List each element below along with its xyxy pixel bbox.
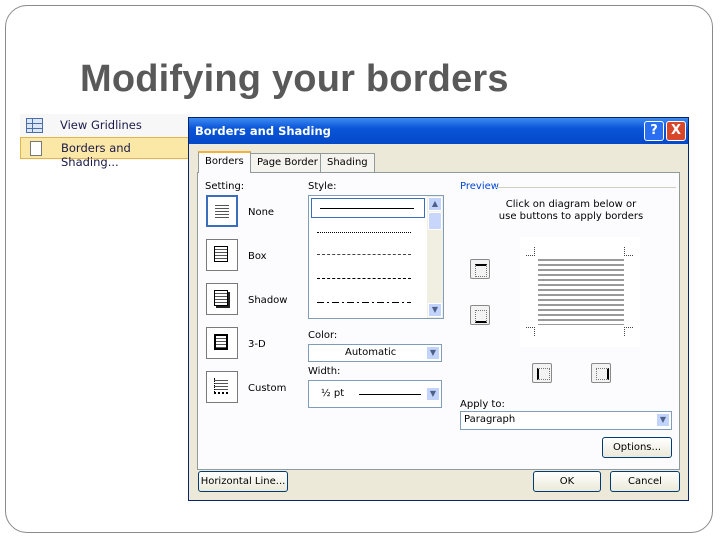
borders-and-shading-dialog: Borders and Shading ? X Borders Page Bor…: [188, 117, 689, 501]
dialog-title: Borders and Shading: [195, 124, 331, 138]
corner-mark-icon: [624, 327, 633, 336]
corner-mark-icon: [526, 327, 535, 336]
setting-shadow-option[interactable]: [206, 283, 238, 315]
preview-label: Preview: [460, 181, 499, 192]
setting-3d-label[interactable]: 3-D: [248, 339, 266, 350]
shadow-preview-icon: [214, 290, 228, 306]
dialog-titlebar[interactable]: Borders and Shading ? X: [189, 118, 688, 144]
apply-to-value: Paragraph: [464, 414, 516, 425]
chevron-down-icon[interactable]: ▼: [656, 413, 670, 427]
slide-title: Modifying your borders: [80, 58, 509, 100]
box-preview-icon: [214, 246, 228, 262]
setting-shadow-label[interactable]: Shadow: [248, 295, 287, 306]
bottom-border-icon: [475, 310, 487, 323]
chevron-down-icon[interactable]: ▼: [426, 387, 440, 401]
ok-button[interactable]: OK: [533, 471, 601, 492]
tab-page-border[interactable]: Page Border: [250, 153, 325, 172]
color-label: Color:: [308, 330, 338, 341]
horizontal-line-button[interactable]: Horizontal Line...: [198, 471, 288, 492]
apply-to-select[interactable]: Paragraph ▼: [460, 411, 672, 430]
width-value: ½ pt: [321, 388, 345, 399]
close-button[interactable]: X: [666, 121, 686, 141]
custom-preview-icon: [214, 378, 228, 394]
chevron-down-icon[interactable]: ▼: [426, 346, 440, 360]
corner-mark-icon: [526, 247, 535, 256]
color-select[interactable]: Automatic ▼: [308, 344, 442, 362]
gridlines-icon: [26, 118, 43, 133]
setting-custom-option[interactable]: [206, 371, 238, 403]
apply-to-label: Apply to:: [460, 399, 505, 410]
page-icon: [30, 141, 42, 156]
color-value: Automatic: [345, 347, 397, 358]
style-selected-row[interactable]: [311, 198, 425, 218]
corner-mark-icon: [624, 247, 633, 256]
top-border-icon: [475, 264, 487, 277]
help-button[interactable]: ?: [644, 121, 664, 141]
menu-item-borders-and-shading[interactable]: Borders and Shading...: [20, 137, 190, 169]
width-select[interactable]: ½ pt ▼: [308, 380, 442, 408]
scroll-thumb[interactable]: [428, 212, 442, 230]
setting-none-option[interactable]: [206, 195, 238, 227]
setting-custom-label[interactable]: Custom: [248, 383, 286, 394]
right-border-icon: [596, 368, 609, 380]
setting-none-label[interactable]: None: [248, 207, 274, 218]
preview-text-lines: [538, 259, 624, 325]
context-menu: View Gridlines Borders and Shading...: [20, 114, 190, 169]
preview-divider: [496, 187, 676, 188]
none-preview-icon: [215, 203, 229, 219]
borders-tab-panel: Setting: None Box Shadow 3-D Custom Styl…: [197, 172, 680, 470]
width-sample-line: [359, 394, 421, 395]
style-label: Style:: [308, 181, 337, 192]
style-solid-line: [320, 208, 414, 209]
style-dotted-line[interactable]: [317, 232, 411, 233]
left-border-icon: [537, 368, 550, 380]
right-border-button[interactable]: [591, 363, 611, 383]
style-list[interactable]: ▲ ▼: [308, 195, 444, 319]
setting-3d-option[interactable]: [206, 327, 238, 359]
setting-label: Setting:: [205, 181, 245, 192]
scroll-down-icon[interactable]: ▼: [428, 303, 442, 317]
style-dash-dot-line[interactable]: [317, 302, 411, 303]
setting-box-option[interactable]: [206, 239, 238, 271]
cancel-button[interactable]: Cancel: [610, 471, 680, 492]
menu-item-label: View Gridlines: [60, 118, 142, 132]
tab-borders[interactable]: Borders: [198, 151, 251, 173]
3d-preview-icon: [214, 334, 228, 350]
left-border-button[interactable]: [532, 363, 552, 383]
menu-item-label: Borders and Shading...: [61, 141, 131, 169]
options-button[interactable]: Options...: [602, 437, 672, 458]
setting-box-label[interactable]: Box: [248, 251, 267, 262]
style-small-dash-line[interactable]: [317, 254, 411, 255]
preview-diagram[interactable]: [520, 237, 640, 347]
top-border-button[interactable]: [470, 259, 490, 279]
style-dash-line[interactable]: [317, 278, 411, 279]
style-scrollbar[interactable]: ▲ ▼: [427, 196, 443, 318]
menu-item-view-gridlines[interactable]: View Gridlines: [20, 115, 190, 137]
preview-instruction: Click on diagram below or use buttons to…: [498, 199, 644, 222]
tab-shading[interactable]: Shading: [320, 153, 375, 172]
width-label: Width:: [308, 366, 341, 377]
scroll-up-icon[interactable]: ▲: [428, 197, 442, 211]
bottom-border-button[interactable]: [470, 305, 490, 325]
